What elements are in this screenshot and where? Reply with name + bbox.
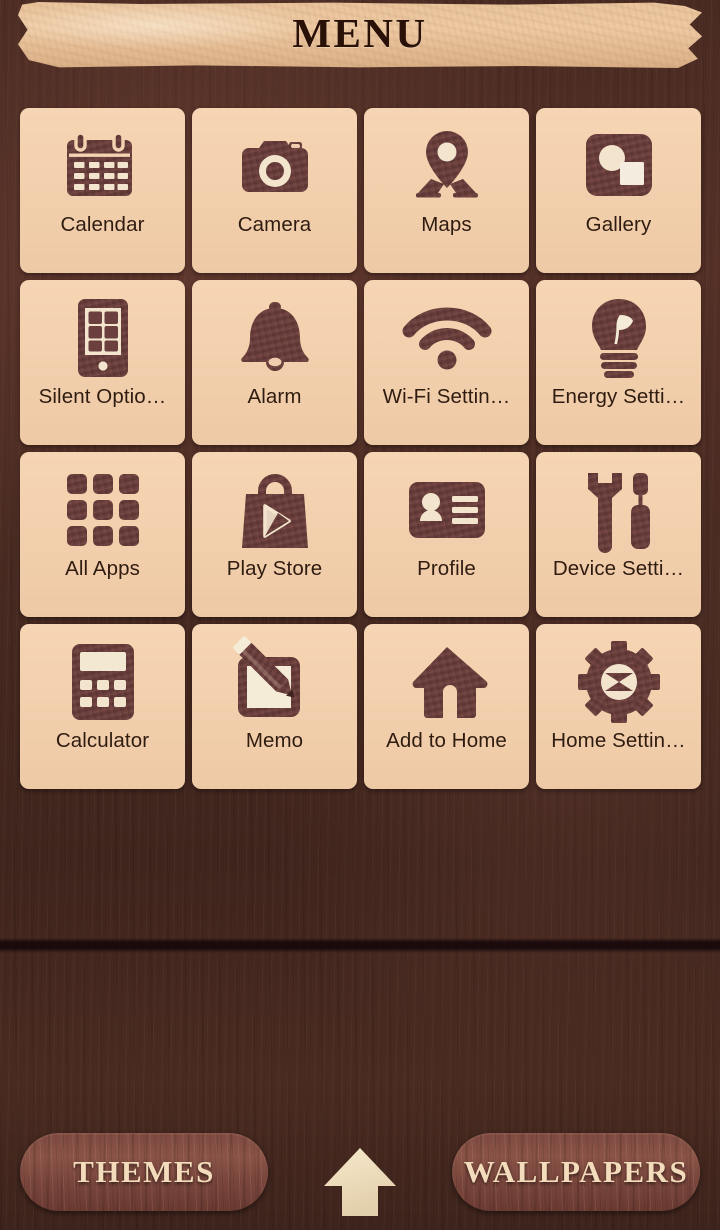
shopping-bag-play-icon bbox=[233, 468, 317, 552]
bell-icon bbox=[233, 296, 317, 380]
phone-grid-icon bbox=[61, 296, 145, 380]
calculator-icon bbox=[61, 640, 145, 724]
menu-banner: MENU bbox=[18, 2, 702, 68]
app-grid-icon bbox=[61, 468, 145, 552]
app-tile-profile[interactable]: Profile bbox=[364, 452, 529, 617]
bottom-dock: THEMES WALLPAPERS bbox=[0, 1128, 720, 1220]
app-label: Silent Optio… bbox=[38, 385, 167, 408]
house-icon bbox=[405, 640, 489, 724]
app-tile-alarm[interactable]: Alarm bbox=[192, 280, 357, 445]
app-label: Memo bbox=[245, 729, 304, 752]
map-pin-icon bbox=[405, 124, 489, 208]
app-label: Maps bbox=[421, 213, 472, 236]
id-card-icon bbox=[405, 468, 489, 552]
app-label: Camera bbox=[237, 213, 312, 236]
app-tile-all-apps[interactable]: All Apps bbox=[20, 452, 185, 617]
themes-button[interactable]: THEMES bbox=[20, 1133, 268, 1211]
app-label: All Apps bbox=[65, 557, 140, 580]
app-label: Calendar bbox=[60, 213, 145, 236]
app-grid: Calendar Camera Maps Gallery Silent Opti… bbox=[20, 108, 701, 789]
app-label: Device Setti… bbox=[552, 557, 685, 580]
themes-label: THEMES bbox=[73, 1154, 215, 1189]
app-label: Energy Setti… bbox=[551, 385, 686, 408]
camera-icon bbox=[233, 124, 317, 208]
app-tile-calculator[interactable]: Calculator bbox=[20, 624, 185, 789]
note-pencil-icon bbox=[232, 636, 317, 724]
app-label: Play Store bbox=[226, 557, 323, 580]
wallpapers-button[interactable]: WALLPAPERS bbox=[452, 1133, 700, 1211]
app-tile-memo[interactable]: Memo bbox=[192, 624, 357, 789]
wifi-icon bbox=[402, 296, 491, 380]
calendar-icon bbox=[61, 124, 145, 208]
app-tile-play-store[interactable]: Play Store bbox=[192, 452, 357, 617]
app-tile-gallery[interactable]: Gallery bbox=[536, 108, 701, 273]
app-tile-device-settings[interactable]: Device Setti… bbox=[536, 452, 701, 617]
app-label: Alarm bbox=[247, 385, 302, 408]
app-tile-calendar[interactable]: Calendar bbox=[20, 108, 185, 273]
app-tile-camera[interactable]: Camera bbox=[192, 108, 357, 273]
app-label: Calculator bbox=[55, 729, 150, 752]
app-tile-add-to-home[interactable]: Add to Home bbox=[364, 624, 529, 789]
app-tile-silent-options[interactable]: Silent Optio… bbox=[20, 280, 185, 445]
gear-icon bbox=[577, 640, 661, 724]
app-label: Profile bbox=[417, 557, 476, 580]
app-tile-energy-settings[interactable]: Energy Setti… bbox=[536, 280, 701, 445]
app-label: Home Settin… bbox=[551, 729, 686, 752]
gallery-icon bbox=[577, 124, 661, 208]
app-tile-home-settings[interactable]: Home Settin… bbox=[536, 624, 701, 789]
app-label: Add to Home bbox=[386, 729, 507, 752]
app-tile-wifi-settings[interactable]: Wi-Fi Settin… bbox=[364, 280, 529, 445]
launcher-menu-screen: MENU Calendar Camera Maps Gallery Silent… bbox=[0, 0, 720, 1230]
app-label: Wi-Fi Settin… bbox=[382, 385, 511, 408]
page-title: MENU bbox=[292, 10, 428, 56]
arrow-up-icon[interactable] bbox=[320, 1144, 400, 1220]
wallpapers-label: WALLPAPERS bbox=[463, 1154, 689, 1189]
app-tile-maps[interactable]: Maps bbox=[364, 108, 529, 273]
wrench-screwdriver-icon bbox=[577, 468, 661, 553]
lightbulb-leaf-icon bbox=[577, 296, 661, 380]
app-label: Gallery bbox=[585, 213, 652, 236]
